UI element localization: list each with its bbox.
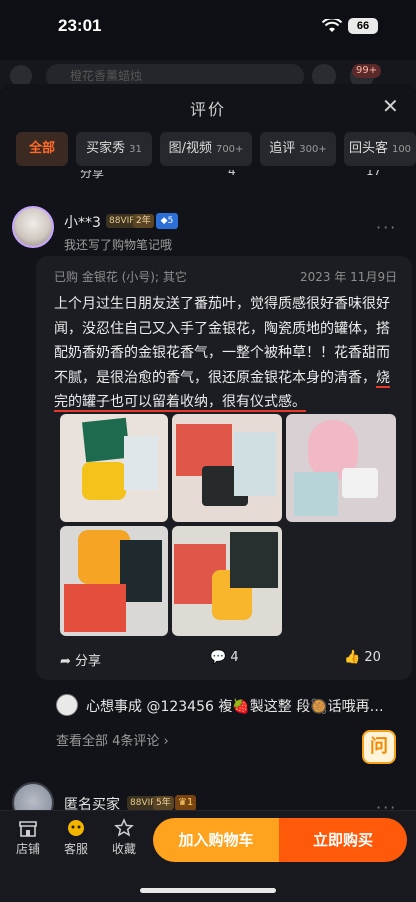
favorite-label: 收藏 <box>111 842 136 856</box>
years-badge: 5年 <box>153 796 174 810</box>
review-photo-5[interactable] <box>172 526 282 636</box>
ask-button[interactable]: 问 <box>362 730 396 764</box>
review-photo-3[interactable] <box>286 414 396 522</box>
commenter-avatar[interactable] <box>56 694 78 716</box>
comment-count: 4 <box>230 650 239 665</box>
service-label: 客服 <box>63 842 88 856</box>
purchase-info: 已购 金银花 (小号); 其它 <box>54 270 187 284</box>
comment-button[interactable]: 💬 4 <box>210 650 239 665</box>
tab-label: 追评 <box>269 141 296 156</box>
home-indicator[interactable] <box>140 888 276 893</box>
thumbs-up-icon: 👍 <box>344 650 361 665</box>
tab-label: 买家秀 <box>86 141 126 156</box>
prev-comments[interactable]: 4 <box>228 170 236 178</box>
review-text: 上个月过生日朋友送了番茄叶，觉得质感很好香味很好闻，没忍住自己又入手了金银花，陶… <box>54 292 394 415</box>
sheet-title: 评价 <box>189 100 226 119</box>
favorite-button[interactable]: 收藏 <box>102 818 146 857</box>
star-icon <box>114 818 134 837</box>
share-button[interactable]: ➦ 分享 <box>60 650 101 669</box>
prev-share[interactable]: 分享 <box>80 170 104 181</box>
tab-count: 700+ <box>215 144 244 155</box>
battery-indicator: 66 <box>348 18 378 34</box>
customer-service-button[interactable]: 客服 <box>54 818 98 857</box>
store-icon <box>19 821 37 837</box>
review-photo-1[interactable] <box>60 414 168 522</box>
review-photo-4[interactable] <box>60 526 168 636</box>
tab-count: 31 <box>129 144 142 155</box>
tab-label: 全部 <box>28 141 55 156</box>
filter-tabs: 全部 买家秀 31 图/视频 700+ 追评 300+ 回头客 100 <box>0 132 416 170</box>
buy-now-button[interactable]: 立即购买 <box>279 818 407 862</box>
review-note-link[interactable]: 我还写了购物笔记哦 <box>64 236 172 253</box>
store-button[interactable]: 店铺 <box>6 818 50 857</box>
share-icon: ➦ <box>60 654 71 669</box>
like-button[interactable]: 👍 20 <box>344 650 381 665</box>
tab-follow-up[interactable]: 追评 300+ <box>260 132 336 166</box>
view-all-label: 查看全部 4条评论 <box>56 734 160 749</box>
crown-level: 1 <box>186 797 194 808</box>
customer-service-icon <box>68 820 84 836</box>
wifi-icon <box>322 19 342 32</box>
tab-all[interactable]: 全部 <box>16 132 68 166</box>
crown-badge: ♛1 <box>175 795 197 811</box>
diamond-level: 5 <box>167 216 174 226</box>
like-count: 20 <box>364 650 381 665</box>
status-time: 23:01 <box>58 16 102 35</box>
previous-review-actions: 分享 4 17 <box>0 170 416 184</box>
share-label: 分享 <box>75 654 102 669</box>
more-icon[interactable]: ··· <box>376 218 397 237</box>
comment-preview[interactable]: 心想事成 @123456 複🍓製这整 段🥘话哦再… <box>86 696 386 716</box>
tab-photo-video[interactable]: 图/视频 700+ <box>160 132 252 166</box>
tab-count: 300+ <box>299 144 327 155</box>
add-to-cart-button[interactable]: 加入购物车 <box>153 818 279 862</box>
store-label: 店铺 <box>15 842 40 856</box>
tab-label: 图/视频 <box>168 141 212 156</box>
close-icon[interactable]: ✕ <box>382 94 399 118</box>
cart-badge: 99+ <box>352 64 382 78</box>
avatar[interactable] <box>12 206 54 248</box>
prev-likes[interactable]: 17 <box>366 170 381 178</box>
tab-repeat-buyer[interactable]: 回头客 100 <box>344 132 416 166</box>
years-badge: 2年 <box>133 214 154 228</box>
review-text-main: 上个月过生日朋友送了番茄叶，觉得质感很好香味很好闻，没忍住自己又入手了金银花，陶… <box>54 296 390 386</box>
comment-icon: 💬 <box>210 650 227 665</box>
tab-buyer-show[interactable]: 买家秀 31 <box>76 132 152 166</box>
chevron-right-icon: › <box>163 734 169 749</box>
reviewer-name[interactable]: 小**3 <box>64 212 101 232</box>
tab-count: 100 <box>391 144 412 155</box>
tab-label: 回头客 <box>348 141 388 156</box>
review-photo-2[interactable] <box>172 414 282 522</box>
diamond-badge: ◆5 <box>156 213 178 229</box>
review-date: 2023 年 11月9日 <box>300 270 398 284</box>
view-all-comments-link[interactable]: 查看全部 4条评论 › <box>56 730 169 749</box>
